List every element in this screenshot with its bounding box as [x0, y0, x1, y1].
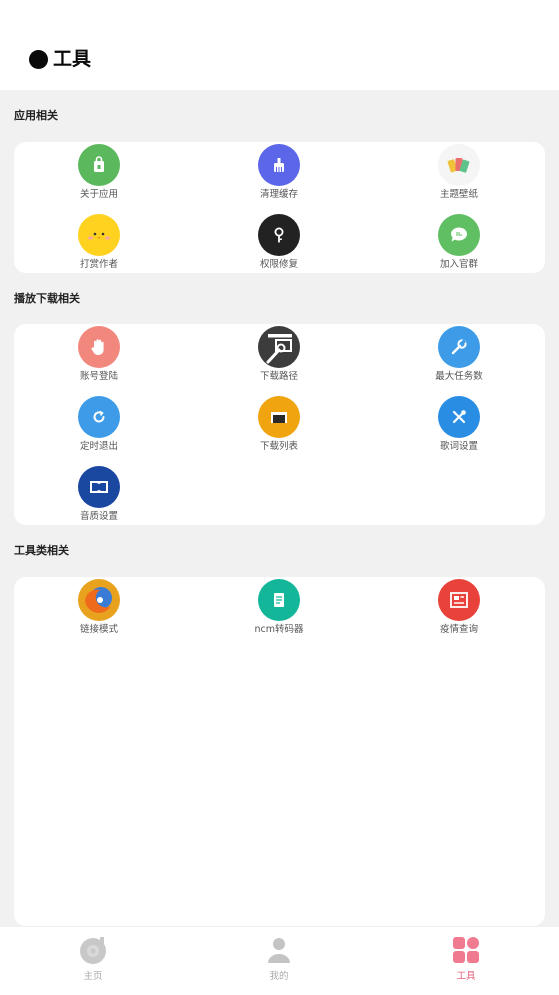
tool-label: 下载路径 [259, 371, 298, 382]
grid-icon [451, 935, 481, 965]
tool-about-app[interactable]: 关于应用 [39, 142, 159, 206]
tool-label: 下载列表 [259, 441, 298, 452]
tool-link-mode[interactable]: 链接模式 [39, 577, 159, 641]
app-header: 工具 [0, 0, 559, 90]
tool-label: 最大任务数 [435, 371, 483, 382]
key-icon [258, 214, 300, 256]
tab-label: 我的 [269, 971, 289, 982]
tool-epidemic-query[interactable]: 疫情查询 [399, 577, 519, 641]
tool-label: 链接模式 [79, 624, 118, 635]
tool-download-path[interactable]: 下载路径 [219, 324, 339, 388]
document-icon [258, 579, 300, 621]
card-tools: 链接模式 ncm转码器 疫情查询 [14, 577, 545, 926]
tool-label: 权限修复 [259, 259, 298, 270]
tools-icon [438, 396, 480, 438]
section-title-app: 应用相关 [14, 109, 58, 122]
tab-label: 工具 [456, 971, 476, 982]
chat-bubble-icon [438, 214, 480, 256]
tool-permission-repair[interactable]: 权限修复 [219, 212, 339, 276]
color-cards-icon [438, 144, 480, 186]
tool-ncm-converter[interactable]: ncm转码器 [219, 577, 339, 641]
tab-home[interactable]: 主页 [33, 927, 153, 995]
page-title: 工具 [53, 48, 92, 70]
tool-label: 账号登陆 [79, 371, 118, 382]
section-title-playback-download: 播放下载相关 [14, 292, 80, 305]
refresh-icon [78, 396, 120, 438]
card-playback-download: 账号登陆 下载路径 最大任务数 定时退出 下载列表 歌词设置 音质设置 [14, 324, 545, 525]
user-icon [264, 935, 294, 965]
music-disc-icon [78, 935, 108, 965]
tool-download-list[interactable]: 下载列表 [219, 394, 339, 458]
tool-donate-author[interactable]: 打赏作者 [39, 212, 159, 276]
chick-face-icon [78, 214, 120, 256]
section-title-tools: 工具类相关 [14, 544, 69, 557]
tool-label: 音质设置 [79, 511, 118, 522]
tool-max-tasks[interactable]: 最大任务数 [399, 324, 519, 388]
tool-join-group[interactable]: 加入官群 [399, 212, 519, 276]
dolby-icon [78, 466, 120, 508]
tool-label: 歌词设置 [439, 441, 478, 452]
tool-label: 打赏作者 [79, 259, 118, 270]
tool-lyrics-settings[interactable]: 歌词设置 [399, 394, 519, 458]
newspaper-icon [438, 579, 480, 621]
tool-label: 定时退出 [79, 441, 118, 452]
tool-label: ncm转码器 [254, 624, 304, 635]
broom-icon [258, 144, 300, 186]
tool-account-login[interactable]: 账号登陆 [39, 324, 159, 388]
shopping-bag-icon [78, 144, 120, 186]
tab-mine[interactable]: 我的 [219, 927, 339, 995]
wrench-icon [438, 326, 480, 368]
tool-audio-quality[interactable]: 音质设置 [39, 464, 159, 528]
firefox-icon [78, 579, 120, 621]
tool-label: 关于应用 [79, 189, 118, 200]
tool-clear-cache[interactable]: 清理缓存 [219, 142, 339, 206]
title-dot-icon [29, 50, 48, 69]
tool-label: 加入官群 [439, 259, 478, 270]
wrench-folder-icon [258, 326, 300, 368]
tab-tools[interactable]: 工具 [406, 927, 526, 995]
folder-icon [258, 396, 300, 438]
tool-label: 主题壁纸 [439, 189, 478, 200]
hand-icon [78, 326, 120, 368]
tool-timer-exit[interactable]: 定时退出 [39, 394, 159, 458]
tool-label: 清理缓存 [259, 189, 298, 200]
tool-theme-wallpaper[interactable]: 主题壁纸 [399, 142, 519, 206]
tab-label: 主页 [83, 971, 103, 982]
bottom-tab-bar: 主页 我的 工具 [0, 927, 559, 995]
tool-label: 疫情查询 [439, 624, 478, 635]
card-app: 关于应用 清理缓存 主题壁纸 打赏作者 权限修复 加入官群 [14, 142, 545, 273]
